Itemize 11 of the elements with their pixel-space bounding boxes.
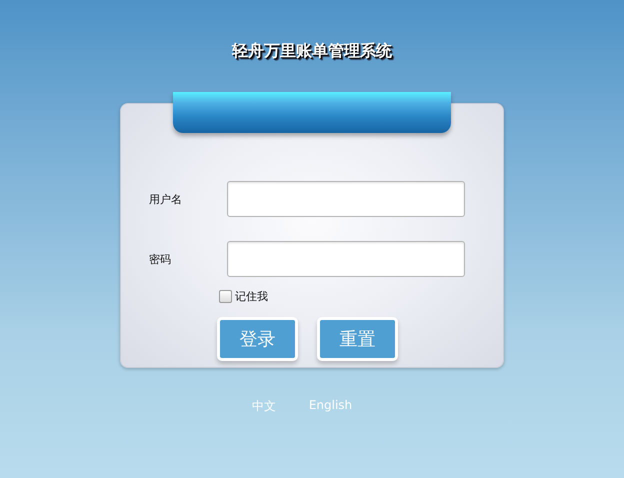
remember-label: 记住我 <box>235 289 268 304</box>
login-button[interactable]: 登录 <box>217 317 298 361</box>
language-link[interactable]: English <box>308 398 352 415</box>
field-label: 用户名 <box>149 192 183 206</box>
username-field[interactable] <box>227 181 465 217</box>
language-link[interactable]: 中文 <box>252 398 276 415</box>
reset-button[interactable]: 重置 <box>317 317 398 361</box>
app-title: 轻舟万里账单管理系统 <box>232 40 392 62</box>
password-field[interactable] <box>227 241 465 277</box>
remember-checkbox[interactable] <box>219 290 232 303</box>
field-label: 密码 <box>149 252 172 266</box>
